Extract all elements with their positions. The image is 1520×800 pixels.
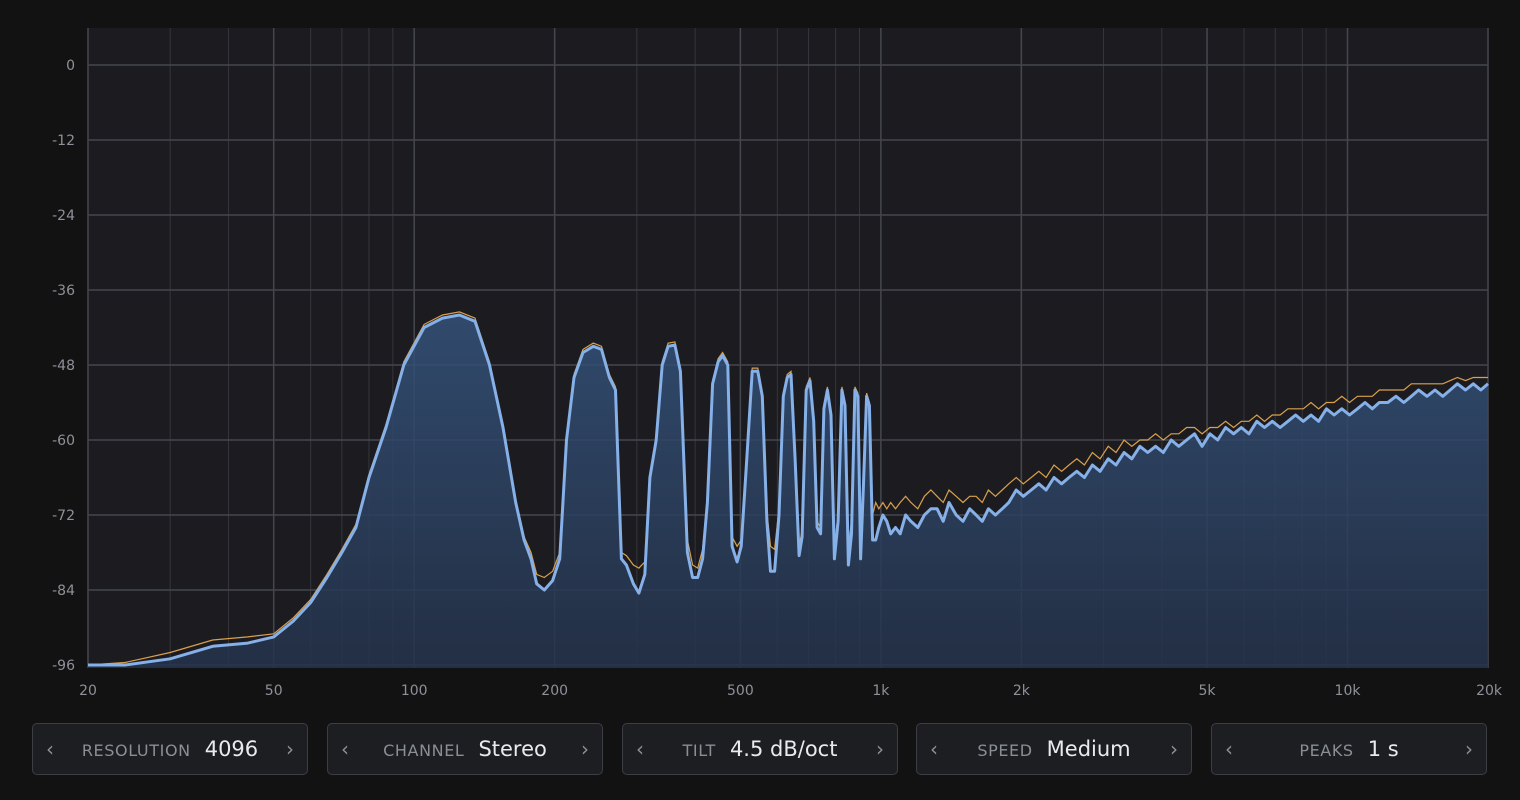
y-tick-label: -72 bbox=[52, 508, 75, 524]
chevron-right-icon[interactable]: › bbox=[1157, 724, 1191, 774]
tilt-label: TILT bbox=[682, 741, 716, 760]
x-tick-label: 20 bbox=[79, 683, 97, 699]
peaks-label: PEAKS bbox=[1299, 741, 1354, 760]
y-tick-label: -84 bbox=[52, 583, 75, 599]
y-tick-label: -12 bbox=[52, 133, 75, 149]
y-tick-label: -48 bbox=[52, 358, 75, 374]
channel-label: CHANNEL bbox=[383, 741, 465, 760]
peaks-value: 1 s bbox=[1367, 737, 1399, 761]
resolution-control: ‹ RESOLUTION 4096 › bbox=[32, 723, 308, 775]
tilt-control: ‹ TILT 4.5 dB/oct › bbox=[622, 723, 898, 775]
speed-label: SPEED bbox=[977, 741, 1033, 760]
speed-display: SPEED Medium bbox=[951, 737, 1157, 761]
tilt-value: 4.5 dB/oct bbox=[729, 737, 838, 761]
chevron-left-icon[interactable]: ‹ bbox=[917, 724, 951, 774]
x-tick-label: 50 bbox=[265, 683, 283, 699]
chevron-right-icon[interactable]: › bbox=[568, 724, 602, 774]
resolution-value: 4096 bbox=[204, 737, 259, 761]
y-tick-label: -60 bbox=[52, 433, 75, 449]
x-tick-label: 20k bbox=[1476, 683, 1503, 699]
x-tick-label: 200 bbox=[541, 683, 568, 699]
tilt-display: TILT 4.5 dB/oct bbox=[657, 737, 863, 761]
x-tick-label: 500 bbox=[727, 683, 754, 699]
chevron-right-icon[interactable]: › bbox=[273, 724, 307, 774]
x-tick-label: 10k bbox=[1335, 683, 1362, 699]
spectrum-analyzer: 0 -12 -24 -36 -48 -60 -72 -84 -9620 50 100 200 500 1k… bbox=[52, 28, 1503, 699]
peaks-display: PEAKS 1 s bbox=[1246, 737, 1452, 761]
resolution-label: RESOLUTION bbox=[81, 741, 191, 760]
channel-control: ‹ CHANNEL Stereo › bbox=[327, 723, 603, 775]
chevron-right-icon[interactable]: › bbox=[1452, 724, 1486, 774]
channel-display: CHANNEL Stereo bbox=[362, 737, 568, 761]
chevron-left-icon[interactable]: ‹ bbox=[33, 724, 67, 774]
chevron-left-icon[interactable]: ‹ bbox=[623, 724, 657, 774]
y-tick-label: -96 bbox=[52, 658, 75, 674]
speed-value: Medium bbox=[1046, 737, 1131, 761]
y-tick-label: -36 bbox=[52, 283, 75, 299]
peaks-control: ‹ PEAKS 1 s › bbox=[1211, 723, 1487, 775]
chevron-left-icon[interactable]: ‹ bbox=[328, 724, 362, 774]
y-tick-label: 0 bbox=[66, 58, 75, 74]
x-tick-label: 5k bbox=[1199, 683, 1217, 699]
x-tick-label: 1k bbox=[872, 683, 890, 699]
chevron-left-icon[interactable]: ‹ bbox=[1212, 724, 1246, 774]
resolution-display: RESOLUTION 4096 bbox=[67, 737, 273, 761]
channel-value: Stereo bbox=[478, 737, 547, 761]
x-tick-label: 100 bbox=[401, 683, 428, 699]
chevron-right-icon[interactable]: › bbox=[863, 724, 897, 774]
y-tick-label: -24 bbox=[52, 208, 75, 224]
x-tick-label: 2k bbox=[1013, 683, 1031, 699]
speed-control: ‹ SPEED Medium › bbox=[916, 723, 1192, 775]
